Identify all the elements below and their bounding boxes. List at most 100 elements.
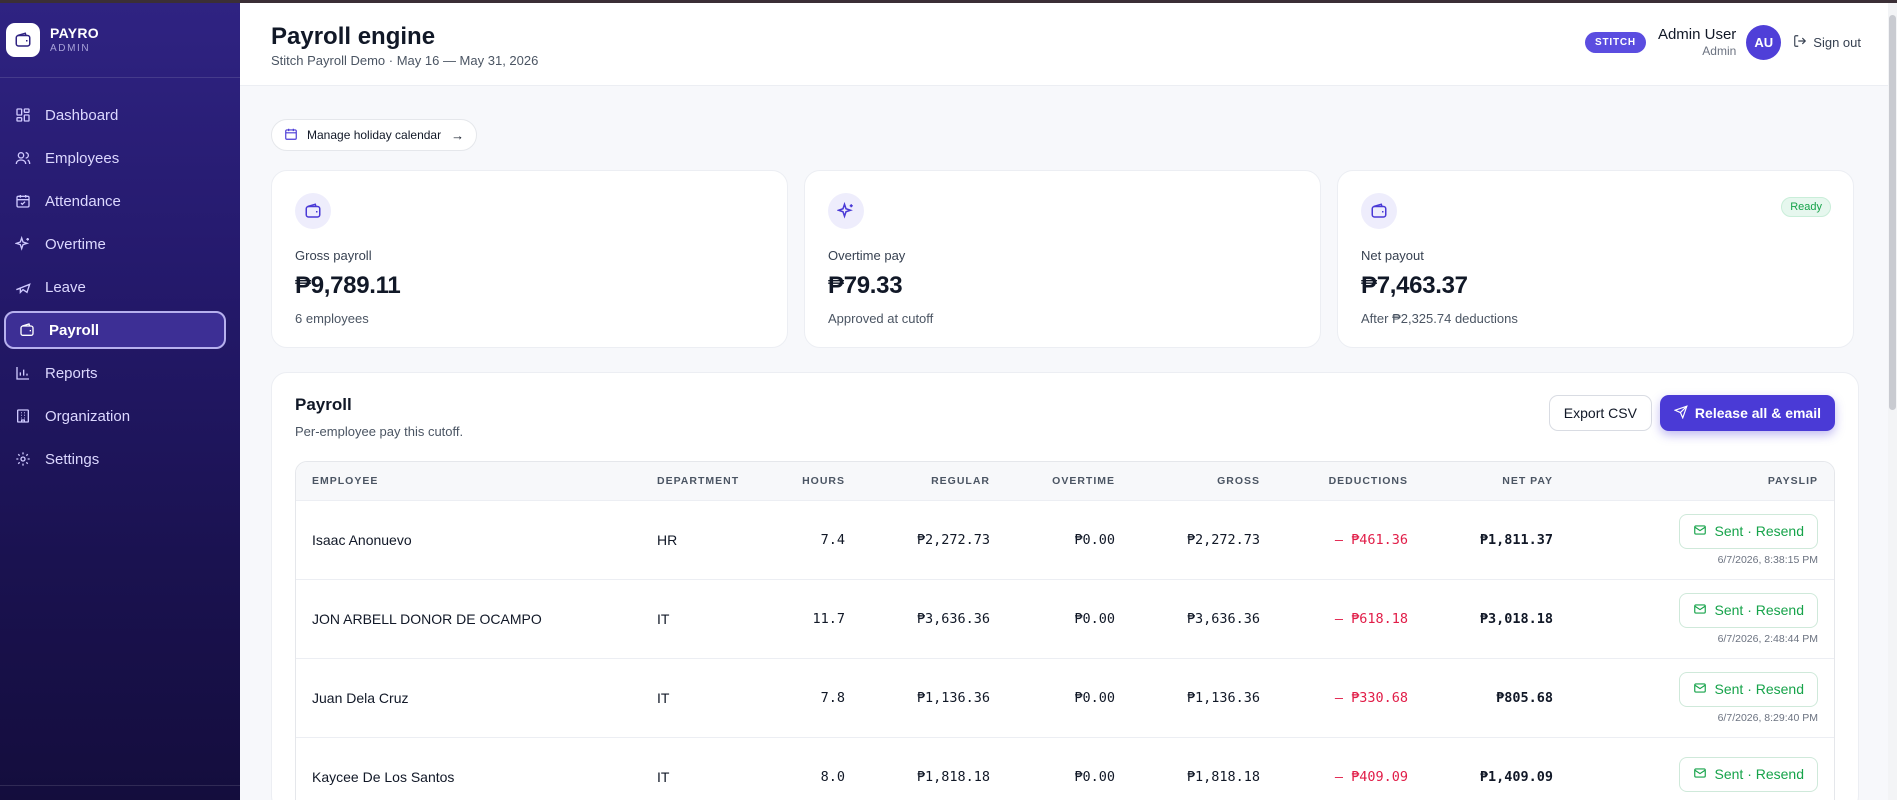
- column-header[interactable]: Employee: [296, 462, 641, 500]
- regular-pay: ₱3,636.36: [916, 610, 990, 627]
- sidebar-item-employees[interactable]: Employees: [2, 139, 238, 177]
- sidebar-item-label: Attendance: [45, 192, 121, 210]
- column-header[interactable]: Gross: [1131, 462, 1276, 500]
- column-header[interactable]: Deductions: [1276, 462, 1424, 500]
- card-note: 6 employees: [295, 311, 369, 326]
- gross-pay: ₱3,636.36: [1186, 610, 1260, 627]
- card-value: ₱9,789.11: [295, 272, 401, 299]
- logout-icon: [1793, 34, 1813, 51]
- mail-icon: [1693, 681, 1715, 698]
- mail-icon: [1693, 766, 1715, 783]
- column-header[interactable]: Net pay: [1424, 462, 1569, 500]
- employee-name: Isaac Anonuevo: [312, 531, 412, 548]
- dashboard-icon: [14, 106, 32, 124]
- table-header-row: Employee Department Hours Regular Overti…: [296, 462, 1834, 500]
- overtime-pay: ₱0.00: [1074, 610, 1115, 627]
- sidebar-item-payroll[interactable]: Payroll: [4, 311, 226, 349]
- sidebar-item-organization[interactable]: Organization: [2, 397, 238, 435]
- card-label: Gross payroll: [295, 248, 372, 263]
- sent-timestamp: 6/7/2026, 2:48:44 PM: [1717, 632, 1818, 645]
- resend-payslip-button[interactable]: Sent · Resend: [1678, 756, 1818, 792]
- card-label: Overtime pay: [828, 248, 906, 263]
- regular-pay: ₱2,272.73: [916, 531, 990, 548]
- user-info: Admin User Admin: [1658, 26, 1736, 58]
- header-user-area: STITCH Admin User Admin AU Sign out: [1585, 25, 1861, 60]
- arrow-right-icon: →: [451, 127, 465, 143]
- overtime-pay: ₱0.00: [1074, 531, 1115, 548]
- table-row[interactable]: Kaycee De Los Santos IT 8.0 ₱1,818.18 ₱0…: [296, 737, 1834, 800]
- employee-name: JON ARBELL DONOR DE OCAMPO: [312, 610, 542, 627]
- column-header[interactable]: Payslip: [1569, 462, 1834, 500]
- resend-payslip-button[interactable]: Sent · Resend: [1678, 592, 1818, 628]
- building-icon: [14, 407, 32, 425]
- sidebar-item-settings[interactable]: Settings: [2, 440, 238, 478]
- wallet-icon: [295, 193, 331, 229]
- sparkles-icon: [828, 193, 864, 229]
- sidebar-nav: Dashboard Employees Attendance Overtime …: [0, 96, 240, 478]
- payslip-cell: Sent · Resend 6/7/2026, 2:48:44 PM: [1569, 579, 1834, 658]
- overtime-pay: ₱0.00: [1074, 689, 1115, 706]
- gross-pay: ₱1,136.36: [1186, 689, 1260, 706]
- sidebar-item-dashboard[interactable]: Dashboard: [2, 96, 238, 134]
- column-header[interactable]: Hours: [781, 462, 861, 500]
- regular-pay: ₱1,818.18: [916, 768, 990, 785]
- column-header[interactable]: Regular: [861, 462, 1006, 500]
- net-pay: ₱3,018.18: [1479, 610, 1553, 627]
- sparkles-icon: [14, 235, 32, 253]
- tenant-badge: STITCH: [1585, 32, 1646, 53]
- table-row[interactable]: JON ARBELL DONOR DE OCAMPO IT 11.7 ₱3,63…: [296, 579, 1834, 658]
- sidebar: PAYRO ADMIN Dashboard Employees Attendan…: [0, 3, 240, 800]
- payslip-cell: Sent · Resend 6/7/2026, 8:29:40 PM: [1569, 658, 1834, 737]
- resend-payslip-button[interactable]: Sent · Resend: [1678, 671, 1818, 707]
- panel-actions: Export CSV Release all & email: [1548, 395, 1835, 431]
- wallet-icon: [1361, 193, 1397, 229]
- payslip-status: Sent · Resend: [1714, 523, 1805, 539]
- sidebar-item-label: Payroll: [49, 321, 100, 339]
- mail-icon: [1693, 523, 1715, 540]
- release-all-email-button[interactable]: Release all & email: [1659, 395, 1835, 431]
- column-header[interactable]: Overtime: [1006, 462, 1131, 500]
- avatar[interactable]: AU: [1746, 25, 1782, 60]
- payslip-status: Sent · Resend: [1714, 681, 1805, 697]
- sign-out-label: Sign out: [1813, 35, 1861, 50]
- net-pay: ₱805.68: [1496, 689, 1553, 706]
- sign-out-button[interactable]: Sign out: [1793, 34, 1861, 51]
- net-payout-card: Ready Net payout ₱7,463.37 After ₱2,325.…: [1337, 170, 1854, 348]
- gross-pay: ₱1,818.18: [1186, 768, 1260, 785]
- resend-payslip-button[interactable]: Sent · Resend: [1678, 513, 1818, 549]
- deductions: – ₱618.18: [1334, 610, 1408, 627]
- sidebar-item-label: Settings: [45, 450, 100, 468]
- table-row[interactable]: Juan Dela Cruz IT 7.8 ₱1,136.36 ₱0.00 ₱1…: [296, 658, 1834, 737]
- column-header[interactable]: Department: [641, 462, 781, 500]
- employee-name: Kaycee De Los Santos: [312, 768, 455, 785]
- sidebar-footer-divider: [0, 785, 240, 786]
- main-content: Payroll engine Stitch Payroll Demo · May…: [240, 3, 1897, 800]
- sidebar-item-label: Leave: [45, 278, 86, 296]
- department: IT: [657, 610, 670, 627]
- brand-name: PAYRO: [50, 24, 99, 41]
- bar-chart-icon: [14, 364, 32, 382]
- sidebar-item-reports[interactable]: Reports: [2, 354, 238, 392]
- page-scrollbar[interactable]: [1888, 3, 1897, 800]
- sidebar-item-overtime[interactable]: Overtime: [2, 225, 238, 263]
- user-name: Admin User: [1657, 26, 1737, 44]
- release-button-label: Release all & email: [1694, 405, 1821, 421]
- deductions: – ₱330.68: [1334, 689, 1408, 706]
- sidebar-item-label: Employees: [45, 149, 120, 167]
- calendar-check-icon: [14, 192, 32, 210]
- export-csv-button[interactable]: Export CSV: [1548, 395, 1652, 431]
- brand-sub: ADMIN: [50, 43, 91, 55]
- manage-holiday-calendar-button[interactable]: Manage holiday calendar →: [271, 119, 478, 151]
- scrollbar-thumb[interactable]: [1889, 15, 1896, 410]
- table-row[interactable]: Isaac Anonuevo HR 7.4 ₱2,272.73 ₱0.00 ₱2…: [296, 500, 1834, 579]
- department: HR: [657, 531, 678, 548]
- sidebar-item-label: Dashboard: [45, 106, 119, 124]
- net-pay: ₱1,811.37: [1479, 531, 1553, 548]
- card-label: Net payout: [1361, 248, 1424, 263]
- sidebar-item-leave[interactable]: Leave: [2, 268, 238, 306]
- sidebar-item-attendance[interactable]: Attendance: [2, 182, 238, 220]
- wallet-icon: [18, 321, 36, 339]
- payslip-status: Sent · Resend: [1714, 766, 1805, 783]
- deductions: – ₱461.36: [1334, 531, 1408, 548]
- page-title: Payroll engine: [271, 23, 436, 50]
